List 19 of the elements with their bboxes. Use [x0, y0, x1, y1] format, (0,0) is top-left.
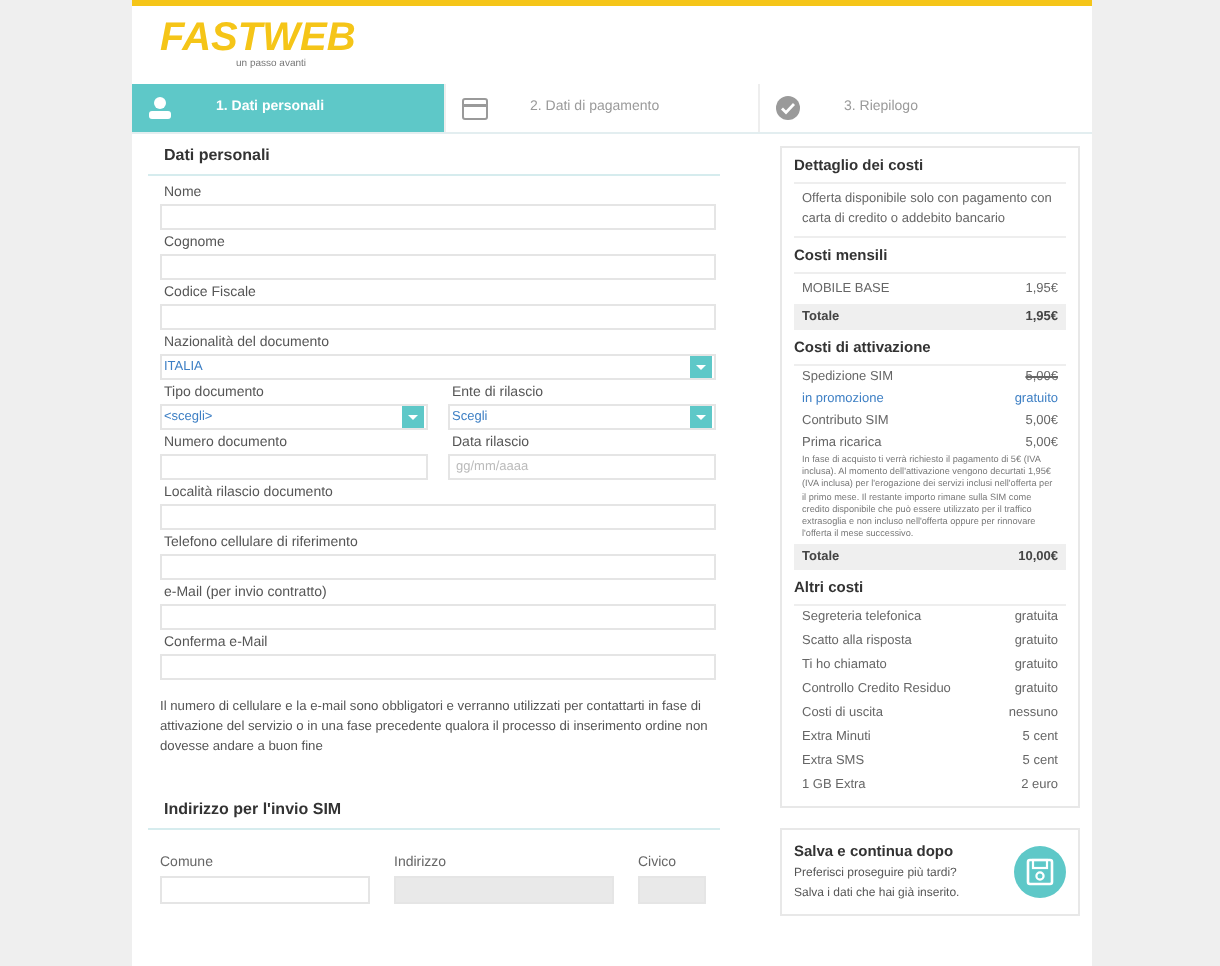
section-title: Dati personali — [164, 144, 270, 168]
input-field[interactable] — [160, 654, 716, 680]
floppy-disk-icon[interactable] — [1014, 846, 1066, 899]
input-field[interactable] — [160, 876, 370, 904]
input-field[interactable] — [160, 454, 428, 480]
input-field[interactable] — [160, 554, 716, 580]
section-title: Indirizzo per l'invio SIM — [164, 798, 342, 822]
input-field[interactable] — [160, 604, 716, 630]
input-field[interactable] — [160, 504, 716, 530]
credit-card-icon — [462, 97, 488, 119]
caret-down-icon[interactable] — [690, 406, 712, 428]
input-field[interactable] — [160, 254, 716, 280]
logo: FASTWEB — [160, 18, 356, 58]
caret-down-icon[interactable] — [402, 406, 424, 428]
input-field[interactable] — [160, 204, 716, 230]
check-circle-icon — [776, 96, 800, 120]
user-icon — [148, 96, 172, 120]
input-field[interactable] — [160, 304, 716, 330]
caret-down-icon[interactable] — [690, 356, 712, 378]
